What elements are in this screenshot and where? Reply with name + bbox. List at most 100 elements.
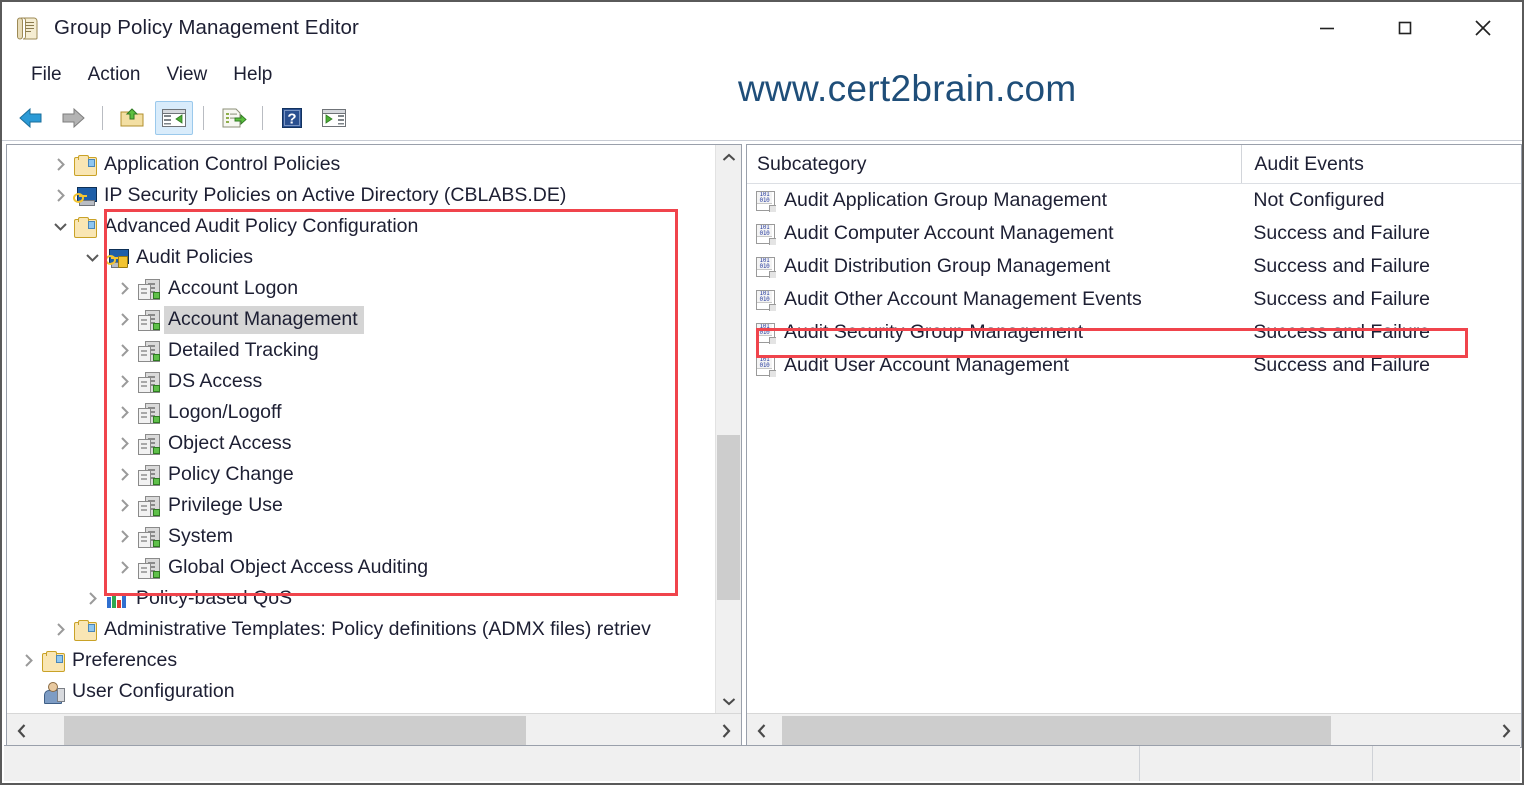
chevron-right-icon[interactable] <box>47 622 73 637</box>
list-row-audit-distribution-group-management[interactable]: 101 010 Audit Distribution Group Managemen… <box>747 250 1521 283</box>
up-one-level-button[interactable] <box>113 101 151 135</box>
tree-item-policy-change[interactable]: Policy Change <box>7 459 715 490</box>
settings-list[interactable]: 101 010 Audit Application Group Management… <box>747 184 1521 382</box>
folder-icon <box>73 216 97 238</box>
subcategory-label: Audit Computer Account Management <box>784 222 1114 244</box>
menu-view[interactable]: View <box>153 61 220 89</box>
cell-audit-events: Success and Failure <box>1253 222 1431 244</box>
chevron-right-icon[interactable] <box>111 312 137 327</box>
chevron-right-icon[interactable] <box>111 498 137 513</box>
show-hide-console-tree-button[interactable] <box>155 101 193 135</box>
tree-item-user-configuration[interactable]: User Configuration <box>7 676 715 707</box>
maximize-button[interactable] <box>1366 2 1444 54</box>
tree-item-detailed-tracking[interactable]: Detailed Tracking <box>7 335 715 366</box>
tree-hscroll-thumb[interactable] <box>64 716 526 745</box>
cell-audit-events: Success and Failure <box>1253 288 1431 310</box>
list-row-audit-application-group-management[interactable]: 101 010 Audit Application Group Management… <box>747 184 1521 217</box>
list-row-audit-computer-account-management[interactable]: 101 010 Audit Computer Account Management S… <box>747 217 1521 250</box>
window-controls <box>1288 2 1522 54</box>
status-bar <box>4 745 1520 781</box>
console-tree-body: Application Control Policies IP Security … <box>7 145 741 713</box>
column-header-audit-events[interactable]: Audit Events <box>1241 145 1521 183</box>
scroll-left-arrow-icon[interactable] <box>747 714 777 747</box>
tree-item-advanced-audit-policy-configuration[interactable]: Advanced Audit Policy Configuration <box>7 211 715 242</box>
cell-subcategory: 101 010 Audit Distribution Group Managemen… <box>747 255 1241 278</box>
scroll-right-arrow-icon[interactable] <box>711 714 741 747</box>
console-tree[interactable]: Application Control Policies IP Security … <box>7 145 715 713</box>
scroll-down-arrow-icon[interactable] <box>716 688 741 713</box>
list-hscroll-thumb[interactable] <box>782 716 1331 745</box>
user-configuration-icon <box>41 681 65 704</box>
tree-vertical-scrollbar[interactable] <box>715 145 741 713</box>
audit-policy-icon: 101 010 <box>755 355 776 377</box>
chevron-right-icon[interactable] <box>47 188 73 203</box>
tree-item-ds-access[interactable]: DS Access <box>7 366 715 397</box>
chevron-right-icon[interactable] <box>111 560 137 575</box>
tree-item-label: Privilege Use <box>168 493 283 516</box>
column-header-subcategory[interactable]: Subcategory <box>747 145 1241 183</box>
tree-item-privilege-use[interactable]: Privilege Use <box>7 490 715 521</box>
forward-button[interactable] <box>54 101 92 135</box>
tree-item-label: Account Logon <box>168 276 299 299</box>
audit-policies-icon <box>105 247 129 269</box>
tree-horizontal-scrollbar[interactable] <box>7 713 741 747</box>
status-pane-2 <box>1140 746 1373 781</box>
chevron-down-icon[interactable] <box>79 252 105 263</box>
chevron-right-icon[interactable] <box>111 405 137 420</box>
chevron-right-icon[interactable] <box>111 529 137 544</box>
scroll-left-arrow-icon[interactable] <box>7 714 37 747</box>
tree-item-preferences[interactable]: Preferences <box>7 645 715 676</box>
chevron-right-icon[interactable] <box>111 436 137 451</box>
chevron-right-icon[interactable] <box>47 157 73 172</box>
folder-icon <box>41 650 65 672</box>
chevron-right-icon[interactable] <box>15 653 41 668</box>
close-button[interactable] <box>1444 2 1522 54</box>
chevron-right-icon[interactable] <box>111 281 137 296</box>
audit-policy-icon: 101 010 <box>755 190 776 212</box>
tree-item-account-logon[interactable]: Account Logon <box>7 273 715 304</box>
audit-policy-icon: 101 010 <box>755 223 776 245</box>
list-row-audit-security-group-management[interactable]: 101 010 Audit Security Group Management Suc… <box>747 316 1521 349</box>
cell-audit-events: Success and Failure <box>1253 255 1431 277</box>
tree-item-ip-security-policies-on-active-directory-cblabs-de[interactable]: IP Security Policies on Active Directory… <box>7 180 715 211</box>
show-action-pane-button[interactable] <box>315 101 353 135</box>
tree-item-policy-based-qos[interactable]: Policy-based QoS <box>7 583 715 614</box>
chevron-right-icon[interactable] <box>111 374 137 389</box>
toolbar-separator <box>203 106 204 130</box>
tree-item-system[interactable]: System <box>7 521 715 552</box>
server-icon <box>137 526 161 548</box>
chevron-right-icon[interactable] <box>111 467 137 482</box>
tree-item-label: Logon/Logoff <box>168 400 282 423</box>
subcategory-label: Audit Application Group Management <box>784 189 1108 211</box>
menu-help[interactable]: Help <box>220 61 285 89</box>
tree-item-label: Administrative Templates: Policy definit… <box>104 617 651 640</box>
chevron-right-icon[interactable] <box>111 343 137 358</box>
chevron-right-icon[interactable] <box>79 591 105 606</box>
server-icon <box>137 402 161 424</box>
tree-item-account-management[interactable]: Account Management <box>7 304 715 335</box>
list-horizontal-scrollbar[interactable] <box>747 713 1521 747</box>
server-icon <box>137 371 161 393</box>
back-button[interactable] <box>12 101 50 135</box>
menu-action[interactable]: Action <box>75 61 154 89</box>
tree-item-application-control-policies[interactable]: Application Control Policies <box>7 149 715 180</box>
scroll-up-arrow-icon[interactable] <box>716 145 741 170</box>
tree-scroll-thumb[interactable] <box>717 435 740 600</box>
list-row-audit-user-account-management[interactable]: 101 010 Audit User Account Management Succe… <box>747 349 1521 382</box>
tree-item-audit-policies[interactable]: Audit Policies <box>7 242 715 273</box>
tree-item-label: Policy Change <box>168 462 294 485</box>
tree-item-object-access[interactable]: Object Access <box>7 428 715 459</box>
tree-item-global-object-access-auditing[interactable]: Global Object Access Auditing <box>7 552 715 583</box>
export-list-button[interactable] <box>214 101 252 135</box>
list-row-audit-other-account-management-events[interactable]: 101 010 Audit Other Account Management Eve… <box>747 283 1521 316</box>
chevron-down-icon[interactable] <box>47 221 73 232</box>
watermark-text: www.cert2brain.com <box>738 68 1077 109</box>
help-button[interactable]: ? <box>273 101 311 135</box>
minimize-button[interactable] <box>1288 2 1366 54</box>
list-column-headers: Subcategory Audit Events <box>747 145 1521 184</box>
scroll-right-arrow-icon[interactable] <box>1491 714 1521 747</box>
tree-item-label: System <box>168 524 234 547</box>
tree-item-logon-logoff[interactable]: Logon/Logoff <box>7 397 715 428</box>
tree-item-administrative-templates-policy-definitions-admx-files-retriev[interactable]: Administrative Templates: Policy definit… <box>7 614 715 645</box>
menu-file[interactable]: File <box>18 61 75 89</box>
